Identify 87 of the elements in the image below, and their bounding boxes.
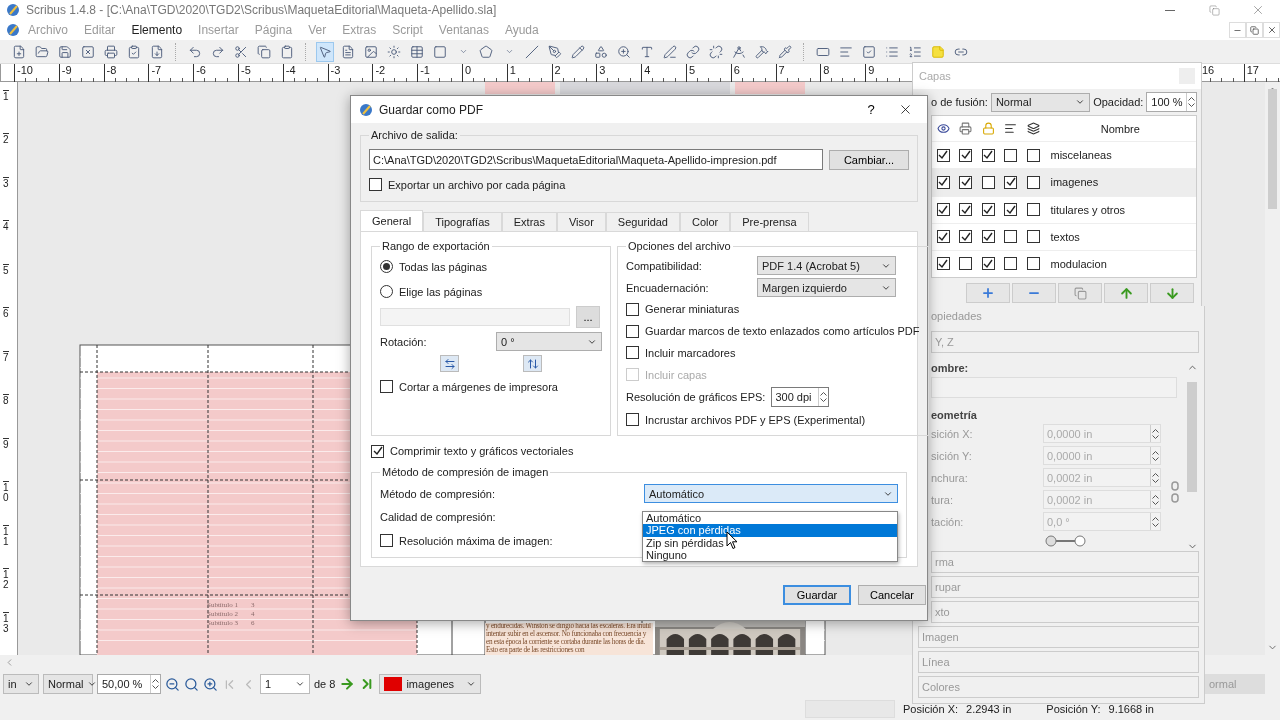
column-header: Nombre xyxy=(1099,122,1141,135)
name-label: ombre: xyxy=(931,362,969,374)
menu-item[interactable]: Elemento xyxy=(123,23,191,37)
ruler-label: 3 xyxy=(3,176,9,221)
field-label: sición Y: xyxy=(931,449,973,462)
field-label: tura: xyxy=(931,493,954,506)
layer-name: textos xyxy=(1049,230,1080,243)
tab[interactable]: Color xyxy=(680,212,731,231)
panel-title: Capas xyxy=(919,70,951,82)
radio-label: Elige las páginas xyxy=(399,285,483,298)
dropdown-option[interactable]: Automático xyxy=(643,512,897,525)
output-file-field[interactable]: C:\Ana\TGD\2020\TGD2\Scribus\MaquetaEditorial\Maqueta-Apellido-impresion.pdf xyxy=(369,149,823,170)
checkbox-label: Incluir marcadores xyxy=(645,347,736,359)
geometry-label: eometría xyxy=(931,409,977,421)
rotation-label: Rotación: xyxy=(380,335,428,348)
ruler-label: 2 xyxy=(3,133,9,177)
ruler-label: 9 xyxy=(3,437,9,482)
ruler-label: 17 xyxy=(1243,64,1280,82)
field-label: sición X: xyxy=(931,427,974,440)
ruler-label: 5 xyxy=(3,263,9,308)
checkbox-label: Generar miniaturas xyxy=(645,303,740,316)
tab[interactable]: General xyxy=(360,210,424,231)
ruler-label: 4 xyxy=(3,220,9,264)
checkbox-label: Cortar a márgenes de impresora xyxy=(399,380,558,393)
ruler-label: 1 xyxy=(3,90,9,134)
position-x-value: 2.2943 in xyxy=(966,703,1012,715)
help-button[interactable]: ? xyxy=(857,102,885,117)
dropdown-option[interactable]: JPEG con pérdidas xyxy=(643,524,897,537)
dialog-button[interactable]: Guardar xyxy=(783,585,851,605)
layer-name: titulares y otros xyxy=(1049,203,1126,216)
blend-mode-label: o de fusión: xyxy=(931,96,988,108)
layer-name: miscelaneas xyxy=(1049,149,1112,162)
ruler-label: 10 xyxy=(3,481,9,525)
group-title: Método de compresión de imagen xyxy=(381,466,550,478)
zoom-field[interactable]: 50,00 % xyxy=(97,674,161,694)
checkbox-label: Exportar un archivo por cada página xyxy=(388,178,566,191)
change-button[interactable]: Cambiar... xyxy=(829,149,909,170)
tab[interactable]: Visor xyxy=(556,212,606,231)
method-select[interactable]: Automático xyxy=(644,484,898,503)
opacity-field[interactable]: 100 % xyxy=(1146,92,1197,112)
ruler-label: 12 xyxy=(3,568,9,612)
checkbox-label: Resolución máxima de imagen: xyxy=(399,534,553,547)
panel-title: opiedades xyxy=(931,310,983,322)
group-title: Archivo de salida: xyxy=(370,129,459,141)
compatibility-label: Compatibilidad: xyxy=(626,259,703,272)
blend-mode-select[interactable]: Normal xyxy=(990,92,1091,112)
checkbox-label: Incluir capas xyxy=(645,368,707,381)
method-label: Método de compresión: xyxy=(380,487,495,500)
ruler-label: 8 xyxy=(3,394,9,438)
position-x-label: Posición X: xyxy=(903,703,959,715)
window-title: Scribus 1.4.8 - [C:\Ana\TGD\2020\TGD2\Scribus\MaquetaEditorial\Maqueta-Apellido.sla] xyxy=(26,3,497,17)
field-label: tación: xyxy=(931,515,965,528)
opacity-label: Opacidad: xyxy=(1093,96,1144,108)
ruler-label: 7 xyxy=(3,350,9,395)
page-count: de 8 xyxy=(314,678,336,690)
group-title: Opciones del archivo xyxy=(627,240,732,252)
layer-name: modulacion xyxy=(1049,257,1107,270)
position-y-label: Posición Y: xyxy=(1046,703,1101,715)
layer-name: imagenes xyxy=(1049,176,1099,189)
page-select[interactable]: 1 xyxy=(260,674,310,694)
field-label: nchura: xyxy=(931,471,969,484)
tab[interactable]: Tipografías xyxy=(423,212,502,231)
checkbox-label: Guardar marcos de texto enlazados como artículos PDF xyxy=(645,325,920,338)
compatibility-select[interactable]: PDF 1.4 (Acrobat 5) xyxy=(757,256,896,275)
position-y-value: 9.1668 in xyxy=(1108,703,1154,715)
ruler-label: 11 xyxy=(3,524,9,569)
group-title: Rango de exportación xyxy=(381,240,491,252)
rotation-select[interactable]: 0 ° xyxy=(496,332,602,351)
dialog-title: Guardar como PDF xyxy=(379,102,484,117)
layer-select[interactable]: imagenes xyxy=(379,674,482,694)
checkbox-label: Comprimir texto y gráficos vectoriales xyxy=(390,445,574,457)
binding-label: Encuadernación: xyxy=(626,281,710,294)
ruler-label: 6 xyxy=(3,307,9,351)
pages-button[interactable]: ... xyxy=(576,306,600,328)
tab[interactable]: Seguridad xyxy=(605,212,680,231)
layer-row[interactable]: imagenes xyxy=(932,168,1196,196)
radio-label: Todas las páginas xyxy=(399,260,488,273)
mode-select[interactable]: Normal xyxy=(43,674,93,694)
checkbox-label: Incrustar archivos PDF y EPS (Experimental) xyxy=(645,413,866,426)
tab[interactable]: Pre-prensa xyxy=(730,212,809,231)
eps-resolution-label: Resolución de gráficos EPS: xyxy=(626,391,766,404)
quality-label: Calidad de compresión: xyxy=(380,510,496,523)
tab[interactable]: Extras xyxy=(501,212,557,231)
dialog-button[interactable]: Cancelar xyxy=(858,585,926,605)
binding-select[interactable]: Margen izquierdo xyxy=(757,278,896,297)
unit-select[interactable]: in xyxy=(3,674,39,694)
eps-resolution-field[interactable]: 300 dpi xyxy=(771,387,830,408)
